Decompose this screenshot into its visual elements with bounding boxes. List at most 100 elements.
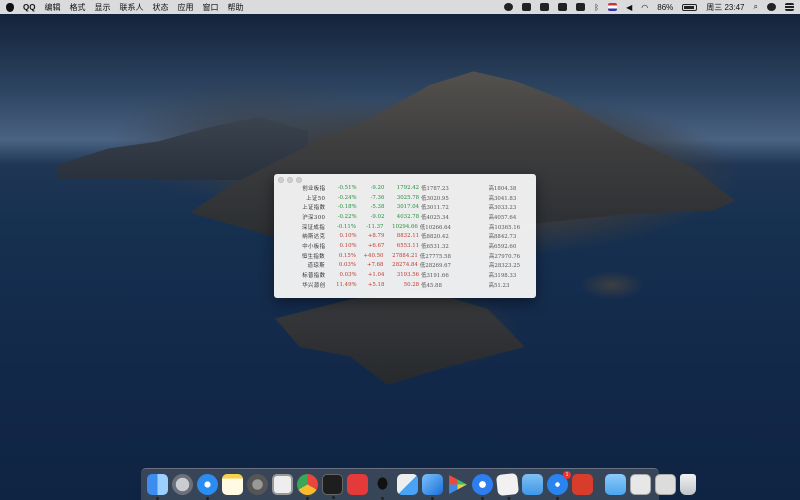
maps-icon[interactable] [472,474,493,500]
wallpaper-rock [275,290,525,385]
stock-row: 上证50 -0.24% -7.36 3025.78 低3020.95 高3041.83 [282,193,532,203]
notes-icon[interactable] [222,474,243,495]
volume-icon[interactable]: ◀ [626,3,632,12]
stock-change: +1.04 [367,272,385,279]
stock-row: 道琼斯 0.03% +7.68 28274.84 低28269.67 高28323.25 [282,261,532,271]
xcode-instruments-icon[interactable] [422,474,443,500]
menu-format[interactable]: 格式 [69,2,85,13]
textedit-icon[interactable] [495,472,520,500]
stock-change-percent: -0.51% [337,184,357,191]
stock-name: 沪深300 [302,214,326,221]
menu-app-name[interactable]: QQ [23,3,35,12]
stock-change: +7.68 [366,262,384,269]
trash-icon[interactable] [680,474,696,495]
stock-name: 创业板指 [302,185,326,192]
menu-clock[interactable]: 周三 23:47 [706,2,744,13]
stock-change: -7.36 [370,194,385,201]
chrome-icon[interactable] [297,474,318,500]
launchpad-icon[interactable] [172,474,193,495]
xcode-icon[interactable] [397,474,418,495]
stock-row: 上证指数 -0.18% -5.38 3017.04 低3011.72 高3033.23 [282,202,532,212]
stock-change-percent: 0.10% [339,233,357,240]
stock-name: 标普指数 [302,273,326,280]
stock-price: 6553.11 [396,242,420,249]
stock-change-percent: 0.03% [339,272,357,279]
stock-high: 高10365.16 [489,224,521,231]
stock-change: +5.18 [367,281,385,288]
app-store-icon[interactable]: 1 [547,471,571,500]
qq-status-icon[interactable] [504,3,514,11]
stock-high: 高3198.33 [488,273,517,280]
stock-low: 低3191.66 [421,273,449,280]
stock-change: -5.38 [370,204,385,211]
menu-contacts[interactable]: 联系人 [119,2,143,13]
stock-change-percent: -0.22% [337,213,357,220]
list-icon[interactable] [785,3,794,11]
stock-name: 上证指数 [302,205,326,212]
stock-price: 10294.66 [392,223,418,230]
menu-view[interactable]: 显示 [94,2,110,13]
menu-status[interactable]: 状态 [152,2,168,13]
youdao-icon[interactable] [347,474,368,495]
finder-icon[interactable] [147,474,168,500]
menu-edit[interactable]: 编辑 [44,2,60,13]
menu-window[interactable]: 窗口 [202,2,218,13]
safari-icon[interactable] [197,474,218,500]
stock-change-percent: -0.24% [337,194,357,201]
battery-percent[interactable]: 86% [657,3,673,12]
menu-bar: QQ 编辑 格式 显示 联系人 状态 应用 窗口 帮助 ᛒ ◀ ◠ 86% 周三… [0,0,800,14]
stock-change: +8.79 [367,233,385,240]
stock-row: 标普指数 0.03% +1.04 3193.56 低3191.66 高3198.33 [282,270,532,280]
stock-low: 低8820.42 [421,234,449,241]
stock-change-percent: 0.10% [339,242,357,249]
stock-name: 华兴源创 [302,282,326,289]
terminal-icon[interactable] [322,474,343,499]
book-icon[interactable] [572,474,593,495]
cloud-icon[interactable] [522,3,532,11]
wifi-icon[interactable]: ◠ [641,3,648,12]
stock-row: 创业板指 -0.51% -9.20 1792.42 低1787.23 高1804.38 [282,183,532,193]
stock-change: -9.20 [370,184,385,191]
apple-icon[interactable] [6,2,14,12]
search-icon[interactable]: ⌕ [754,2,758,12]
screenshot-icon[interactable] [272,474,293,495]
display-icon[interactable] [558,3,568,11]
stock-high: 高1804.38 [488,185,517,192]
running-indicator [332,496,335,499]
menu-help[interactable]: 帮助 [227,2,243,13]
stock-widget-window[interactable]: 创业板指 -0.51% -9.20 1792.42 低1787.23 高1804.38 上证… [274,174,536,298]
stock-low: 低3011.72 [421,205,449,212]
stock-change: +40.50 [363,252,384,259]
stock-row: 纳斯达克 0.10% +8.79 8832.11 低8820.42 高8842.73 [282,231,532,241]
stock-price: 3017.04 [396,204,420,211]
dock: 1 [141,468,696,500]
screen-icon[interactable] [540,3,550,11]
stock-high: 高6592.60 [488,243,517,250]
stock-high: 高27970.76 [489,253,521,260]
play-icon[interactable] [449,475,467,494]
system-preferences-icon[interactable] [247,474,268,495]
battery-icon[interactable] [682,3,698,11]
stock-price: 4032.78 [396,213,420,220]
downloads-folder-icon[interactable] [605,474,626,495]
stock-high: 高28323.25 [489,263,521,270]
stock-price: 1792.42 [396,184,420,191]
folder-icon[interactable] [522,474,543,495]
siri-icon[interactable] [767,3,776,11]
stock-change: -9.02 [370,213,385,220]
stock-name: 道琼斯 [307,263,325,270]
qq-icon[interactable] [372,474,393,500]
bluetooth-icon[interactable]: ᛒ [594,3,599,12]
flag-icon[interactable] [608,3,618,11]
stock-row: 深证成指 -0.11% -11.37 10294.66 低10266.64 高10365.… [282,222,532,232]
stock-change-percent: 0.03% [338,262,356,269]
stock-price: 28274.84 [392,262,418,269]
stock-low: 低3020.95 [421,195,449,202]
menu-apps[interactable]: 应用 [177,2,193,13]
stock-low: 低10266.64 [419,224,451,231]
window-thumbnail-icon[interactable] [630,474,651,495]
stock-change: +6.67 [367,242,385,249]
window-thumbnail-icon[interactable] [655,474,676,495]
window-icon[interactable] [576,3,586,11]
stock-name: 恒生指数 [301,253,325,260]
